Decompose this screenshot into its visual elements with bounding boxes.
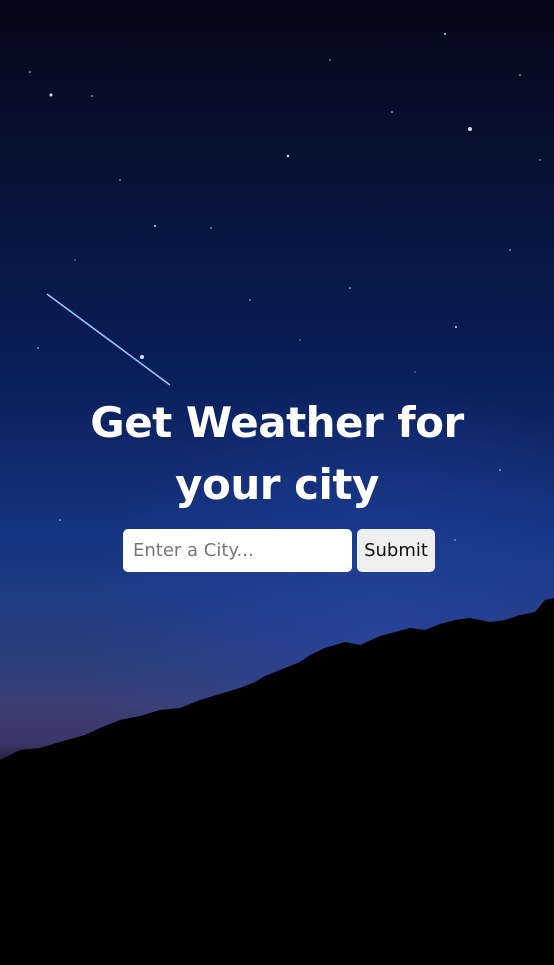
city-input[interactable]	[123, 529, 352, 572]
main-content: Get Weather for your city Submit	[0, 392, 554, 572]
shooting-star	[46, 293, 171, 386]
title-line-2: your city	[175, 460, 379, 509]
page-title: Get Weather for your city	[67, 392, 487, 516]
title-line-1: Get Weather for	[90, 398, 464, 447]
forest-silhouette	[0, 598, 554, 965]
city-search-form: Submit	[123, 529, 435, 572]
submit-button[interactable]: Submit	[357, 529, 435, 572]
